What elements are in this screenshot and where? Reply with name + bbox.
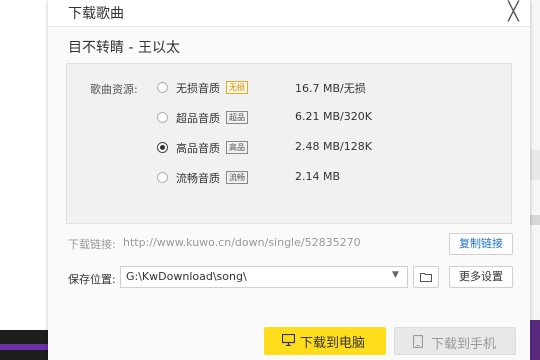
background-app-right	[530, 0, 540, 360]
save-path-input[interactable]	[126, 270, 376, 283]
song-title: 目不转睛 - 王以太	[68, 40, 180, 56]
radio-button[interactable]	[157, 112, 168, 123]
download-to-pc-button[interactable]: 下载到电脑	[264, 327, 386, 355]
background-row	[530, 150, 540, 180]
download-to-phone-button[interactable]: 下载到手机	[394, 327, 516, 355]
download-link-label: 下载链接:	[68, 238, 116, 251]
radio-button[interactable]	[157, 172, 168, 183]
background-progress	[0, 344, 48, 350]
radio-button[interactable]	[157, 142, 168, 153]
quality-name: 流畅音质	[176, 172, 220, 185]
quality-badge: 流畅	[226, 171, 248, 184]
radio-button[interactable]	[157, 82, 168, 93]
background-app-left	[0, 0, 48, 360]
copy-link-button[interactable]: 复制链接	[449, 233, 513, 255]
background-row	[530, 320, 540, 360]
quality-size: 16.7 MB/无损	[295, 82, 366, 95]
monitor-icon	[282, 334, 295, 346]
quality-badge: 无损	[226, 81, 248, 94]
save-path-combobox[interactable]: ▼	[120, 266, 408, 288]
quality-badge: 高品	[226, 141, 248, 154]
chevron-down-icon[interactable]: ▼	[392, 270, 399, 280]
quality-label: 歌曲资源:	[90, 83, 138, 96]
download-to-phone-label: 下载到手机	[431, 337, 497, 352]
download-to-pc-label: 下载到电脑	[300, 336, 366, 351]
quality-size: 2.14 MB	[295, 170, 341, 183]
quality-panel: 歌曲资源: 无损音质 无损 16.7 MB/无损 超品音质 超品 6.21 MB…	[66, 63, 512, 224]
folder-icon	[420, 273, 432, 282]
background-app-player-bar	[0, 330, 48, 360]
browse-folder-button[interactable]	[413, 266, 439, 288]
dialog-title: 下载歌曲	[68, 6, 124, 22]
download-link-url: http://www.kuwo.cn/down/single/52835270	[123, 236, 361, 249]
download-dialog: 下载歌曲 ╳ 目不转睛 - 王以太 歌曲资源: 无损音质 无损 16.7 MB/…	[48, 0, 530, 360]
save-location-label: 保存位置:	[68, 273, 116, 286]
quality-badge: 超品	[226, 111, 248, 124]
quality-name: 超品音质	[176, 112, 220, 125]
dialog-titlebar: 下载歌曲 ╳	[48, 0, 530, 27]
more-settings-button[interactable]: 更多设置	[449, 266, 513, 288]
close-icon[interactable]: ╳	[508, 2, 519, 22]
quality-name: 无损音质	[176, 82, 220, 95]
quality-size: 6.21 MB/320K	[295, 110, 372, 123]
phone-icon	[413, 335, 423, 348]
quality-size: 2.48 MB/128K	[295, 140, 372, 153]
background-row	[530, 215, 540, 225]
quality-name: 高品音质	[176, 142, 220, 155]
